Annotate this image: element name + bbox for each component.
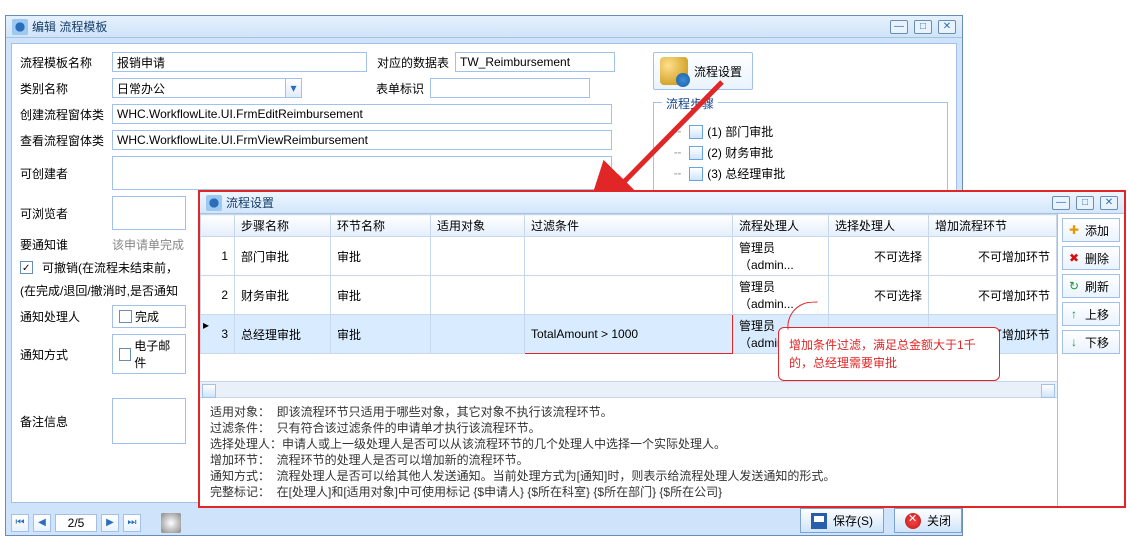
filter-condition-cell[interactable]: TotalAmount > 1000 [525, 315, 733, 354]
complete-chk-label: 完成 [135, 308, 159, 325]
revoke-label: 可撤销(在流程未结束前， [42, 259, 178, 276]
help-text: 适用对象： 即该流程环节只适用于哪些对象，其它对象不执行该流程环节。 过滤条件：… [200, 397, 1057, 506]
page-icon [689, 167, 703, 181]
close-button[interactable]: 关闭 [894, 508, 962, 533]
category-label: 类别名称 [20, 80, 106, 97]
category-combo[interactable] [112, 78, 286, 98]
create-form-label: 创建流程窗体类 [20, 106, 106, 123]
horizontal-scrollbar[interactable] [200, 381, 1057, 397]
view-form-input[interactable] [112, 130, 612, 150]
gear-user-icon [660, 57, 688, 85]
notify-handler-label: 通知处理人 [20, 308, 106, 325]
print-icon[interactable] [161, 513, 181, 533]
need-notify-placeholder: 该申请单完成 [112, 236, 184, 253]
table-row[interactable]: 2 财务审批 审批 管理员（admin... 不可选择 不可增加环节 [201, 276, 1057, 315]
refresh-icon: ↻ [1067, 279, 1081, 293]
tpl-name-label: 流程模板名称 [20, 54, 106, 71]
flow-settings-button[interactable]: 流程设置 [653, 52, 753, 90]
can-create-input[interactable] [112, 156, 612, 190]
move-up-button[interactable]: ↑上移 [1062, 302, 1120, 326]
arrow-up-icon: ↑ [1067, 307, 1081, 321]
table-header: 步骤名称 环节名称 适用对象 过滤条件 流程处理人 选择处理人 增加流程环节 [201, 215, 1057, 237]
refresh-button[interactable]: ↻刷新 [1062, 274, 1120, 298]
table-mark-label: 表单标识 [376, 80, 424, 97]
flow-settings-window: 流程设置 — □ ✕ 步骤名称 环节名称 适用对象 过滤条件 流 [198, 190, 1126, 508]
close-window-button[interactable]: ✕ [1100, 196, 1118, 210]
first-record-button[interactable]: ⏮ [11, 514, 29, 532]
next-record-button[interactable]: ▶ [101, 514, 119, 532]
record-navigator: ⏮ ◀ ▶ ⏭ [11, 513, 181, 533]
can-browse-label: 可浏览者 [20, 205, 106, 222]
can-create-label: 可创建者 [20, 165, 106, 182]
window-title: 编辑 流程模板 [32, 18, 890, 35]
app-icon [206, 195, 222, 211]
add-icon: ✚ [1067, 223, 1081, 237]
annotation-callout: 增加条件过滤，满足总金额大于1千的，总经理需要审批 [778, 327, 1000, 381]
delete-icon: ✖ [1067, 251, 1081, 265]
save-icon [811, 513, 827, 529]
email-chk-label: 电子邮件 [134, 337, 179, 371]
prev-record-button[interactable]: ◀ [33, 514, 51, 532]
maximize-button[interactable]: □ [1076, 196, 1094, 210]
table-mark-input[interactable] [430, 78, 590, 98]
revoke-checkbox[interactable] [20, 261, 33, 274]
remark-input[interactable] [112, 398, 186, 444]
flow-steps-title: 流程步骤 [662, 95, 718, 112]
tree-item[interactable]: (1) 部门审批 [662, 121, 939, 142]
add-button[interactable]: ✚添加 [1062, 218, 1120, 242]
chevron-down-icon[interactable]: ▾ [286, 78, 302, 98]
after-complete-label: (在完成/退回/撤消时,是否通知 [20, 282, 178, 299]
overlay-title: 流程设置 [226, 194, 1052, 211]
create-form-input[interactable] [112, 104, 612, 124]
tree-item[interactable]: (2) 财务审批 [662, 142, 939, 163]
tpl-name-input[interactable] [112, 52, 367, 72]
minimize-button[interactable]: — [1052, 196, 1070, 210]
table-row[interactable]: 1 部门审批 审批 管理员（admin... 不可选择 不可增加环节 [201, 237, 1057, 276]
close-window-button[interactable]: ✕ [938, 20, 956, 34]
move-down-button[interactable]: ↓下移 [1062, 330, 1120, 354]
email-checkbox[interactable] [119, 348, 131, 361]
actions-column: ✚添加 ✖删除 ↻刷新 ↑上移 ↓下移 [1058, 214, 1124, 506]
flow-settings-label: 流程设置 [694, 63, 742, 80]
need-notify-label: 要通知谁 [20, 236, 106, 253]
view-form-label: 查看流程窗体类 [20, 132, 106, 149]
notify-way-label: 通知方式 [20, 346, 106, 363]
maximize-button[interactable]: □ [914, 20, 932, 34]
can-browse-input[interactable] [112, 196, 186, 230]
data-table-input[interactable] [455, 52, 615, 72]
app-icon [12, 19, 28, 35]
close-icon [905, 513, 921, 529]
overlay-title-bar[interactable]: 流程设置 — □ ✕ [200, 192, 1124, 214]
page-icon [689, 125, 703, 139]
arrow-down-icon: ↓ [1067, 335, 1081, 349]
data-table-label: 对应的数据表 [377, 54, 449, 71]
last-record-button[interactable]: ⏭ [123, 514, 141, 532]
title-bar[interactable]: 编辑 流程模板 — □ ✕ [6, 16, 962, 38]
delete-button[interactable]: ✖删除 [1062, 246, 1120, 270]
minimize-button[interactable]: — [890, 20, 908, 34]
save-button[interactable]: 保存(S) [800, 508, 884, 533]
page-indicator[interactable] [55, 514, 97, 532]
tree-item[interactable]: (3) 总经理审批 [662, 163, 939, 184]
complete-checkbox[interactable] [119, 310, 132, 323]
remark-label: 备注信息 [20, 413, 106, 430]
page-icon [689, 146, 703, 160]
